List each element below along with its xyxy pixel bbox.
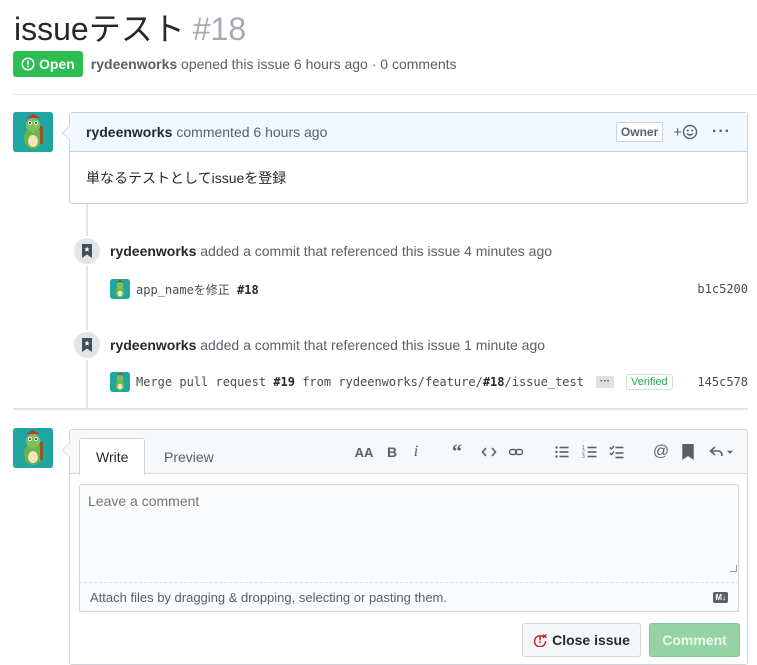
issue-author-link[interactable]: rydeenworks — [91, 56, 177, 72]
header-divider — [13, 94, 757, 95]
comment-options-icon[interactable]: ··· — [712, 123, 731, 141]
issue-meta: Open rydeenworks opened this issue 6 hou… — [13, 51, 457, 77]
state-badge: Open — [13, 51, 83, 77]
commit-author-avatar[interactable] — [110, 372, 130, 392]
timeline-line — [86, 204, 88, 409]
smiley-icon — [682, 124, 698, 140]
task-list-icon[interactable] — [608, 442, 626, 462]
timeline-bookmark-badge — [72, 330, 102, 360]
event-action: added a commit that referenced this issu… — [200, 243, 553, 259]
expand-commit-button[interactable]: ··· — [595, 376, 614, 388]
commit-issue-ref[interactable]: #18 — [483, 375, 505, 389]
issue-number: #18 — [192, 11, 247, 47]
commit-message-text: app_nameを修正 — [136, 282, 238, 297]
saved-reply-icon[interactable] — [680, 442, 696, 462]
timeline-event-1: rydeenworks added a commit that referenc… — [110, 243, 552, 259]
state-label: Open — [39, 56, 75, 72]
comment-timestamp[interactable]: commented 6 hours ago — [176, 124, 327, 140]
file-attach-area[interactable]: Attach files by dragging & dropping, sel… — [79, 582, 739, 612]
commit-author-avatar[interactable] — [110, 279, 130, 299]
close-issue-button[interactable]: Close issue — [522, 623, 641, 657]
commit-sha-link[interactable]: 145c578 — [697, 375, 748, 389]
comment-author-avatar[interactable] — [13, 112, 53, 152]
quote-icon[interactable]: “ — [448, 441, 466, 463]
plus-icon: + — [673, 123, 683, 141]
comment-button[interactable]: Comment — [649, 623, 740, 657]
mention-icon[interactable]: @ — [652, 442, 670, 462]
commit-message-text: from rydeenworks/feature/ — [294, 375, 483, 389]
add-reaction-button[interactable]: + — [673, 124, 698, 141]
commit-sha-link[interactable]: b1c5200 — [697, 282, 748, 296]
svg-text:3: 3 — [582, 454, 585, 460]
timeline-bookmark-badge — [72, 236, 102, 266]
commit-issue-ref[interactable]: #18 — [237, 283, 259, 297]
timeline-event-2: rydeenworks added a commit that referenc… — [110, 337, 545, 353]
frog-avatar-icon — [13, 112, 53, 152]
new-comment-form: Write Preview AA B i “ 123 @ Attach — [62, 429, 748, 665]
resize-handle[interactable] — [730, 565, 737, 572]
issue-opened-icon — [21, 57, 35, 71]
meta-text: rydeenworks opened this issue 6 hours ag… — [91, 56, 457, 72]
commit-row-2: Merge pull request #19 from rydeenworks/… — [110, 372, 748, 392]
tab-preview[interactable]: Preview — [148, 438, 230, 475]
italic-icon[interactable]: i — [410, 442, 422, 462]
event-actor-link[interactable]: rydeenworks — [110, 243, 196, 259]
commit-message-text: Merge pull request — [136, 375, 274, 389]
link-icon[interactable] — [507, 442, 525, 462]
chevron-down-icon — [726, 450, 734, 454]
issue-title-text: issueテスト — [14, 11, 185, 47]
commit-row-1: app_nameを修正 #18 b1c5200 — [110, 279, 748, 299]
bookmark-icon — [82, 338, 92, 352]
event-action: added a commit that referenced this issu… — [200, 337, 546, 353]
bookmark-icon — [82, 244, 92, 258]
tab-write[interactable]: Write — [79, 438, 146, 475]
issue-comment: rydeenworks commented 6 hours ago Owner … — [62, 112, 748, 204]
text-size-icon[interactable]: AA — [354, 442, 374, 462]
commit-message-link[interactable]: app_nameを修正 #18 — [136, 281, 259, 298]
unordered-list-icon[interactable] — [553, 442, 571, 462]
markdown-icon[interactable]: M↓ — [713, 591, 728, 603]
commit-message-link[interactable]: Merge pull request #19 from rydeenworks/… — [136, 375, 584, 389]
form-toolbar: Write Preview AA B i “ 123 @ — [70, 430, 747, 475]
ordered-list-icon[interactable]: 123 — [581, 442, 599, 462]
issue-title: issueテスト #18 — [14, 4, 246, 50]
close-issue-label: Close issue — [552, 632, 630, 648]
frog-avatar-icon — [13, 428, 53, 468]
comment-author-link[interactable]: rydeenworks — [86, 124, 172, 140]
timeline-divider — [13, 408, 748, 410]
code-icon[interactable] — [480, 442, 498, 462]
attach-hint: Attach files by dragging & dropping, sel… — [90, 589, 447, 605]
issue-closed-icon — [533, 634, 548, 647]
current-user-avatar[interactable] — [13, 428, 53, 468]
verified-badge[interactable]: Verified — [625, 374, 673, 390]
event-actor-link[interactable]: rydeenworks — [110, 337, 196, 353]
reply-icon[interactable] — [707, 442, 737, 462]
commit-pr-ref[interactable]: #19 — [273, 375, 295, 389]
comment-body: 単なるテストとしてissueを登録 — [86, 170, 287, 186]
meta-suffix: opened this issue 6 hours ago · 0 commen… — [181, 56, 457, 72]
commit-message-text: /issue_test — [504, 375, 584, 389]
bold-icon[interactable]: B — [384, 442, 400, 462]
comment-header: rydeenworks commented 6 hours ago Owner … — [70, 113, 747, 152]
frog-avatar-icon — [110, 279, 130, 299]
frog-avatar-icon — [110, 372, 130, 392]
owner-label: Owner — [615, 122, 664, 142]
